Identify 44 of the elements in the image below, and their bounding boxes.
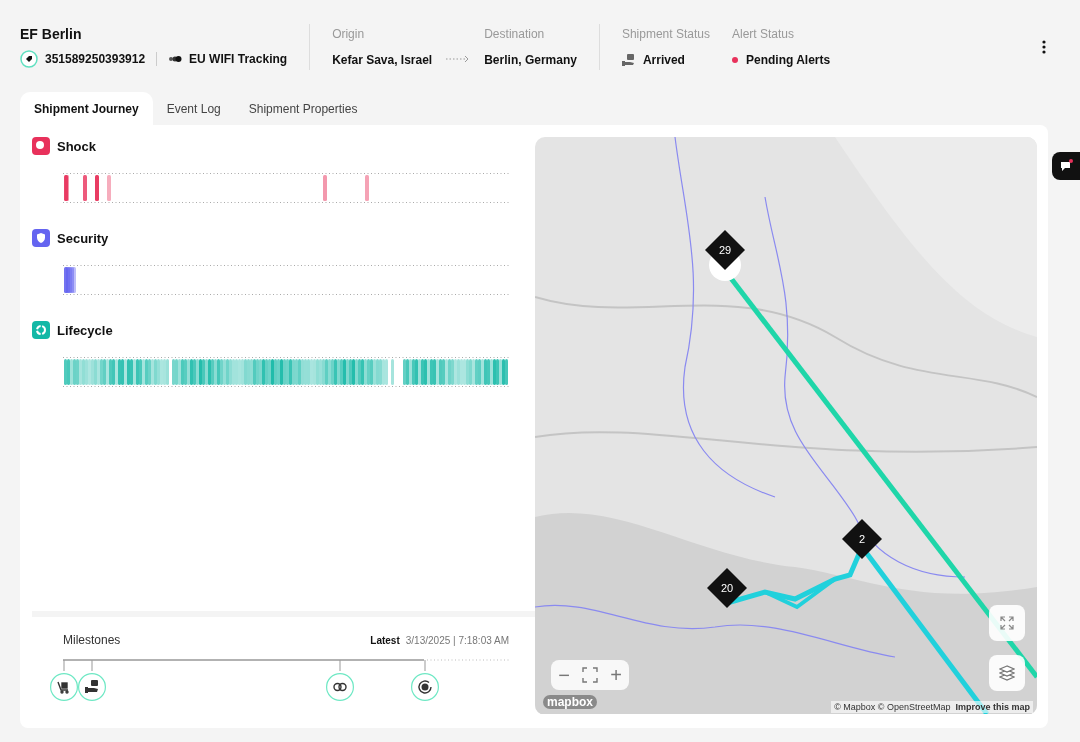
shipment-status-value: Arrived (642, 53, 685, 67)
signal-icon (168, 54, 183, 64)
latest-label: Latest (370, 635, 400, 646)
layers-button[interactable] (989, 655, 1025, 691)
chat-icon (1059, 159, 1073, 173)
zoom-in-button[interactable]: + (603, 660, 629, 690)
fullscreen-icon (1000, 616, 1014, 630)
milestone-icon[interactable] (411, 673, 439, 701)
sensor-icon (32, 321, 50, 339)
origin-value: Kefar Sava, Israel (332, 53, 433, 67)
improve-map-link[interactable]: Improve this map (955, 702, 1030, 712)
dotted-arrow-icon (446, 55, 471, 63)
alert-dot-icon (731, 57, 738, 63)
map-attribution: © Mapbox © OpenStreetMap (834, 702, 951, 712)
alert-status-value: Pending Alerts (745, 53, 831, 67)
sensor-icon (32, 229, 50, 247)
tracking-mode: EU WIFI Tracking (189, 52, 288, 66)
milestone-icon[interactable] (326, 673, 354, 701)
shipment-title: EF Berlin (20, 26, 83, 42)
milestone-icon[interactable] (78, 673, 106, 701)
sensor-title: Shock (57, 138, 96, 154)
shipment-status-label: Shipment Status (621, 27, 710, 41)
parcel-hand-icon (621, 54, 635, 66)
more-icon (1042, 40, 1046, 54)
sensor-title: Security (57, 230, 109, 246)
sensor-title: Lifecycle (57, 322, 113, 338)
alert-status-label: Alert Status (731, 27, 795, 41)
origin-label: Origin (332, 27, 366, 41)
chat-button[interactable] (1052, 152, 1080, 180)
tab[interactable]: Shipment Properties (234, 92, 372, 125)
destination-value: Berlin, Germany (484, 53, 577, 67)
zoom-out-button[interactable]: − (551, 660, 577, 690)
sensor-icon (32, 137, 50, 155)
device-id: 351589250393912 (45, 52, 146, 66)
layers-icon (999, 665, 1015, 681)
latest-timestamp: 3/13/2025 | 7:18:03 AM (405, 635, 509, 646)
tag-icon (20, 50, 38, 68)
destination-label: Destination (484, 27, 546, 41)
tab[interactable]: Event Log (152, 92, 235, 125)
fit-icon (582, 667, 598, 683)
map-logo: mapbox (543, 695, 597, 709)
milestones-title: Milestones (63, 633, 122, 647)
milestone-icon[interactable] (50, 673, 78, 701)
tab[interactable]: Shipment Journey (20, 92, 153, 125)
